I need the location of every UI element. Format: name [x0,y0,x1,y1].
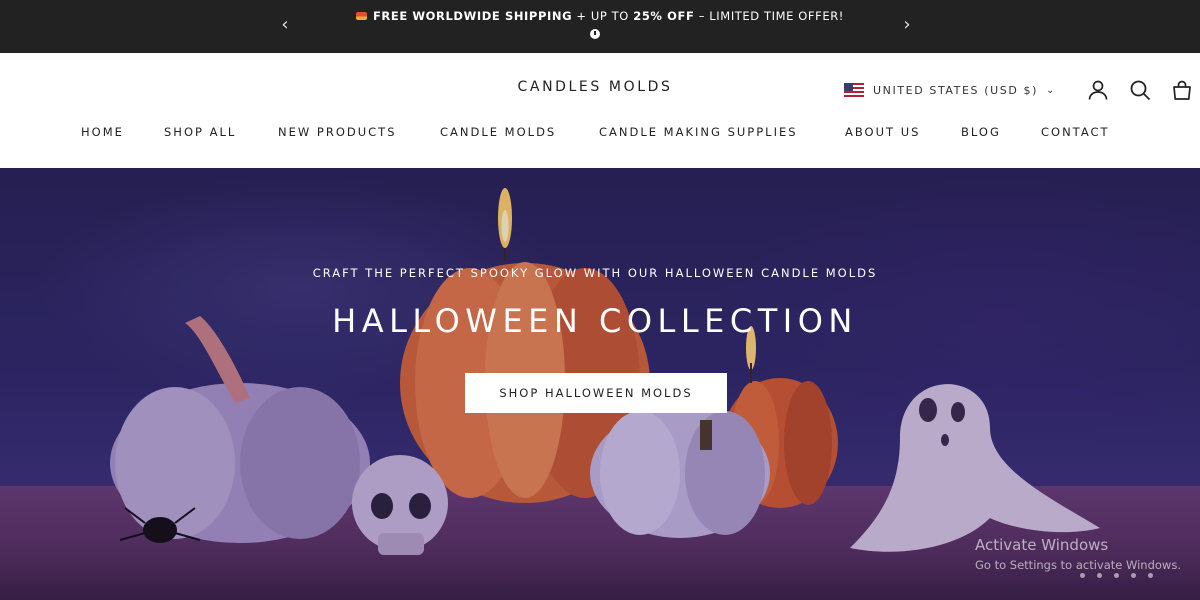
shop-halloween-molds-button[interactable]: SHOP HALLOWEEN MOLDS [465,373,727,413]
watermark-line-1: Activate Windows [975,536,1109,554]
site-logo[interactable]: CANDLES MOLDS [480,79,710,95]
slider-dot[interactable] [1097,573,1102,578]
clock-icon [590,29,600,39]
nav-item-blog[interactable]: BLOG [961,125,1001,139]
hero-banner[interactable]: CRAFT THE PERFECT SPOOKY GLOW WITH OUR H… [0,168,1200,600]
chevron-right-icon[interactable]: › [897,14,917,36]
watermark-line-2: Go to Settings to activate Windows. [975,558,1181,572]
nav-item-candle-making-supplies[interactable]: CANDLE MAKING SUPPLIES [599,125,798,139]
slider-dot[interactable] [1131,573,1136,578]
main-navigation: HOME SHOP ALL NEW PRODUCTS CANDLE MOLDS … [0,125,1200,143]
nav-item-new-products[interactable]: NEW PRODUCTS [278,125,397,139]
nav-item-candle-molds[interactable]: CANDLE MOLDS [440,125,556,139]
announcement-light-1: + UP TO [572,9,634,23]
account-icon[interactable] [1086,78,1110,102]
site-header: CANDLES MOLDS UNITED STATES (USD $) ⌄ HO… [0,53,1200,168]
slider-dot[interactable] [1148,573,1153,578]
us-flag-icon [844,83,864,97]
announcement-bar: ‹ FREE WORLDWIDE SHIPPING + UP TO 25% OF… [0,0,1200,53]
announcement-bold-1: FREE WORLDWIDE SHIPPING [372,9,573,23]
announcement-light-2: – LIMITED TIME OFFER! [694,9,845,23]
nav-item-home[interactable]: HOME [81,125,124,139]
nav-item-contact[interactable]: CONTACT [1041,125,1110,139]
shipping-icon [355,12,367,20]
slider-dot[interactable] [1080,573,1085,578]
hero-subtitle: CRAFT THE PERFECT SPOOKY GLOW WITH OUR H… [312,266,878,280]
chevron-left-icon[interactable]: ‹ [275,14,295,36]
locale-selector[interactable]: UNITED STATES (USD $) ⌄ [844,81,1056,99]
search-icon[interactable] [1128,78,1152,102]
chevron-down-icon: ⌄ [1046,84,1056,96]
announcement-text: FREE WORLDWIDE SHIPPING + UP TO 25% OFF … [330,9,870,23]
activate-windows-watermark: Activate Windows Go to Settings to activ… [975,536,1181,572]
nav-item-shop-all[interactable]: SHOP ALL [164,125,236,139]
locale-label: UNITED STATES (USD $) [873,83,1039,97]
nav-item-about-us[interactable]: ABOUT US [845,125,920,139]
slider-dot[interactable] [1114,573,1119,578]
slider-dots [1080,573,1153,578]
announcement-bold-2: 25% OFF [633,9,695,23]
hero-title: HALLOWEEN COLLECTION [332,302,858,340]
cart-icon[interactable] [1170,78,1194,102]
